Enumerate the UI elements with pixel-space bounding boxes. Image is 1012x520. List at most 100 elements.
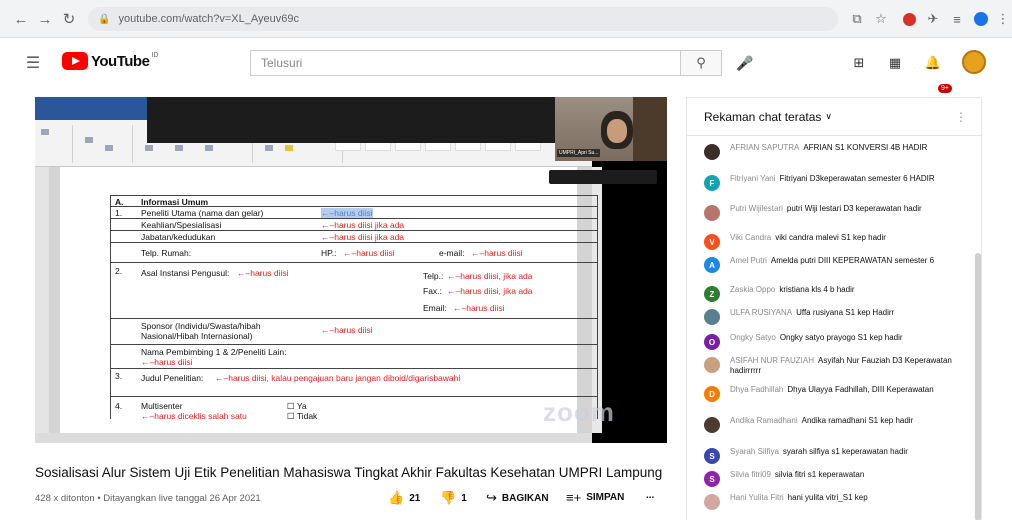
translate-icon[interactable]: ⧉ [846, 8, 868, 30]
url-text: youtube.com/watch?v=XL_Ayeuv69c [118, 13, 299, 25]
participant-camera: UMPRI_Apri Su... [555, 97, 667, 161]
zoom-overlay-bar [549, 170, 657, 184]
chat-text: putri Wiji lestari D3 keperawatan hadir [786, 204, 922, 213]
lock-icon: 🔒 [98, 13, 111, 25]
create-video-icon[interactable]: ⊞ [848, 52, 870, 74]
pin-icon[interactable]: ✈ [922, 8, 944, 30]
chat-avatar[interactable]: Z [704, 286, 720, 302]
chat-message: Hani Yulita Fitri hani yulita vitri_S1 ke… [704, 493, 962, 510]
share-arrow-icon: ↪ [486, 490, 497, 505]
chat-avatar[interactable]: S [704, 448, 720, 464]
chat-author[interactable]: Ongky Satyo [730, 333, 776, 342]
chat-message: S Silvia fitri09 silvia fitri s1 keperawat… [704, 470, 962, 487]
chat-author[interactable]: Viki Candra [730, 233, 771, 242]
chat-message-body: Viki Candra viki candra malevi S1 kep had… [730, 233, 886, 243]
like-button[interactable]: 👍 21 [388, 490, 420, 506]
apps-grid-icon[interactable]: ▦ [884, 52, 906, 74]
chat-author[interactable]: Fitriyani Yani [730, 174, 776, 183]
playlist-icon[interactable]: ≡ [946, 8, 968, 30]
extension-icon[interactable] [898, 8, 920, 30]
chat-author[interactable]: ASIFAH NUR FAUZIAH [730, 356, 814, 365]
chat-avatar[interactable] [704, 205, 720, 221]
chat-text: Dhya Ulayya Fadhillah, DIII Keperawatan [787, 385, 934, 394]
video-meta: 428 x ditonton • Ditayangkan live tangga… [35, 493, 261, 504]
chat-scrollbar[interactable] [975, 253, 981, 520]
chat-text: viki candra malevi S1 kep hadir [775, 233, 886, 242]
chat-message-body: Hani Yulita Fitri hani yulita vitri_S1 ke… [730, 493, 868, 503]
chat-avatar[interactable] [704, 144, 720, 160]
youtube-logo[interactable]: YouTube ID [62, 52, 158, 70]
thumbs-up-icon: 👍 [388, 490, 405, 505]
chat-author[interactable]: ULFA RUSIYANA [730, 308, 792, 317]
chat-avatar[interactable] [704, 494, 720, 510]
chat-text: kristiana kls 4 b hadir [779, 285, 855, 294]
forward-arrow-icon[interactable]: → [32, 6, 58, 32]
save-button[interactable]: ≡+ SIMPAN [566, 490, 624, 505]
chat-message: ASIFAH NUR FAUZIAH Asyifah Nur Fauziah D3… [704, 356, 962, 376]
chat-message-body: AFRIAN SAPUTRA AFRIAN S1 KONVERSI 4B HADI… [730, 143, 927, 153]
video-player[interactable]: A. Informasi Umum 1. Peneliti Utama (nam… [35, 97, 667, 443]
user-avatar[interactable] [962, 50, 986, 74]
chat-avatar[interactable] [704, 417, 720, 433]
back-arrow-icon[interactable]: ← [8, 6, 34, 32]
chat-message-body: ULFA RUSIYANA Uffa rusiyana S1 kep Hadirr [730, 308, 894, 318]
chat-avatar[interactable] [704, 357, 720, 373]
zoom-watermark: zoom [543, 397, 615, 427]
share-button[interactable]: ↪ BAGIKAN [486, 490, 549, 506]
chat-author[interactable]: Dhya Fadhillah [730, 385, 783, 394]
chat-menu-icon[interactable]: ⋮ [955, 110, 967, 124]
chat-message-body: Ongky Satyo Ongky satyo prayogo S1 kep ha… [730, 333, 903, 343]
chat-header[interactable]: Rekaman chat teratas ∨ ⋮ [687, 98, 981, 136]
chat-replay-panel: Rekaman chat teratas ∨ ⋮ AFRIAN SAPUTRA A… [686, 97, 982, 520]
chat-author[interactable]: Zaskia Oppo [730, 285, 775, 294]
chat-message: A Amel Putri Amelda putri DIII KEPERAWATAN… [704, 256, 962, 273]
chevron-down-icon: ∨ [825, 111, 832, 121]
chat-message-body: Andika Ramadhani Andika ramadhani S1 kep … [730, 416, 913, 426]
chat-avatar[interactable] [704, 309, 720, 325]
chat-avatar[interactable]: V [704, 234, 720, 250]
chat-author[interactable]: Hani Yulita Fitri [730, 493, 784, 502]
chat-author[interactable]: Amel Putri [730, 256, 767, 265]
youtube-header: ☰ YouTube ID Telusuri ⚲ 🎤 ⊞ ▦ 🔔 9+ [0, 38, 1012, 93]
chat-text: Amelda putri DIII KEPERAWATAN semester 6 [770, 256, 935, 265]
microphone-icon[interactable]: 🎤 [734, 52, 756, 74]
chat-avatar[interactable]: O [704, 334, 720, 350]
chat-message-body: Fitriyani Yani Fitriyani D3keperawatan se… [730, 174, 935, 184]
search-input[interactable]: Telusuri [250, 50, 680, 76]
notification-count-badge: 9+ [938, 84, 952, 93]
video-title: Sosialisasi Alur Sistem Uji Etik Penelit… [35, 465, 663, 480]
chat-author[interactable]: Silvia fitri09 [730, 470, 771, 479]
chat-message: D Dhya Fadhillah Dhya Ulayya Fadhillah, DI… [704, 385, 962, 402]
chat-avatar[interactable]: F [704, 175, 720, 191]
playlist-add-icon: ≡+ [566, 490, 582, 505]
hamburger-menu-icon[interactable]: ☰ [22, 51, 44, 75]
browser-menu-icon[interactable]: ⋮ [992, 8, 1012, 30]
chat-message-body: Silvia fitri09 silvia fitri s1 keperawata… [730, 470, 864, 480]
chat-message-body: ASIFAH NUR FAUZIAH Asyifah Nur Fauziah D3… [730, 356, 962, 376]
profile-icon[interactable] [970, 8, 992, 30]
more-icon: ... [646, 490, 655, 501]
chat-avatar[interactable]: D [704, 386, 720, 402]
word-statusbar [35, 433, 592, 443]
chat-message-body: Dhya Fadhillah Dhya Ulayya Fadhillah, DII… [730, 385, 934, 395]
chat-message: ULFA RUSIYANA Uffa rusiyana S1 kep Hadirr [704, 308, 962, 325]
notifications-bell-icon[interactable]: 🔔 [922, 52, 944, 74]
address-bar[interactable]: 🔒 youtube.com/watch?v=XL_Ayeuv69c [88, 7, 838, 31]
chat-author[interactable]: Andika Ramadhani [730, 416, 798, 425]
bookmark-star-icon[interactable]: ☆ [870, 8, 892, 30]
chat-avatar[interactable]: A [704, 257, 720, 273]
chat-message: Andika Ramadhani Andika ramadhani S1 kep … [704, 416, 962, 433]
dislike-button[interactable]: 👎 1 [440, 490, 467, 506]
chat-author[interactable]: Putri Wijilestari [730, 204, 783, 213]
search-button[interactable]: ⚲ [680, 50, 722, 76]
vertical-ruler [35, 167, 49, 433]
chat-text: syarah silfiya s1 keperawatan hadir [782, 447, 908, 456]
chat-message: F Fitriyani Yani Fitriyani D3keperawatan s… [704, 174, 962, 191]
chat-text: silvia fitri s1 keperawatan [774, 470, 865, 479]
more-actions-button[interactable]: ... [646, 490, 654, 501]
chat-avatar[interactable]: S [704, 471, 720, 487]
chat-author[interactable]: AFRIAN SAPUTRA [730, 143, 799, 152]
chat-message-body: Zaskia Oppo kristiana kls 4 b hadir [730, 285, 855, 295]
chat-author[interactable]: Syarah Silfiya [730, 447, 779, 456]
reload-icon[interactable]: ↻ [56, 6, 82, 32]
